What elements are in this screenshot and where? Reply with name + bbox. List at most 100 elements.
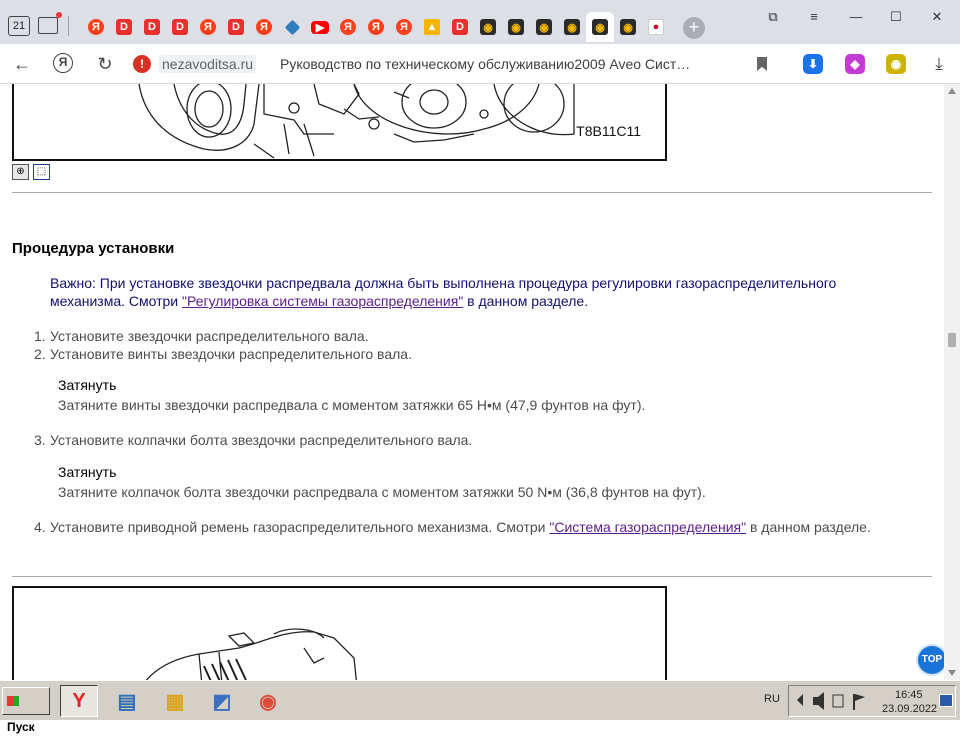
car-site-icon: ◉: [536, 19, 552, 35]
pinned-tab[interactable]: Я: [82, 14, 110, 40]
engine-drawing: [138, 84, 575, 159]
timing-system-link[interactable]: "Система газораспределения": [549, 519, 746, 535]
pinned-tab[interactable]: ◉: [474, 14, 502, 40]
pinned-tab[interactable]: Я: [334, 14, 362, 40]
back-button[interactable]: ←: [11, 53, 33, 75]
zoom-select-icon[interactable]: ⬚: [33, 164, 50, 180]
yandex-home-button[interactable]: Я: [53, 53, 73, 73]
connection-warning-icon[interactable]: !: [133, 55, 151, 73]
bookmark-icon[interactable]: [757, 57, 767, 71]
pinned-tab[interactable]: ◉: [530, 14, 558, 40]
car-site-icon: ◉: [564, 19, 580, 35]
pinned-tab[interactable]: ▶: [306, 14, 334, 40]
zoom-in-icon[interactable]: ⊕: [12, 164, 29, 180]
presentation-app[interactable]: ◩: [203, 685, 241, 717]
explorer-window-app[interactable]: ▤: [108, 685, 146, 717]
bookmarks-folder-icon[interactable]: [38, 12, 62, 34]
yandex-browser-app[interactable]: Y: [60, 685, 98, 717]
car-ext-icon[interactable]: ◉: [886, 54, 906, 74]
scroll-to-top-button[interactable]: TOP: [918, 646, 946, 674]
divider: [12, 576, 932, 577]
pinned-tab[interactable]: Я: [390, 14, 418, 40]
pinned-tab[interactable]: Я: [250, 14, 278, 40]
address-toolbar: ← Я ↻ ! nezavoditsa.ru Руководство по те…: [0, 44, 960, 84]
url-domain[interactable]: nezavoditsa.ru: [159, 55, 257, 73]
pinned-tab[interactable]: ▲: [418, 14, 446, 40]
list-item: 3. Установите колпачки болта звездочки ра…: [34, 432, 473, 448]
page-title-in-bar[interactable]: Руководство по техническому обслуживанию…: [280, 55, 690, 73]
file-manager-app[interactable]: ▦: [156, 685, 194, 717]
engine-diagram-top: T8B11C11: [12, 84, 667, 161]
explorer-window-icon: ▤: [117, 690, 137, 713]
pinned-tab[interactable]: D: [110, 14, 138, 40]
pinned-tab[interactable]: ◉: [502, 14, 530, 40]
pinned-tab[interactable]: Я: [362, 14, 390, 40]
volume-icon: [813, 697, 818, 705]
alice-ext-icon[interactable]: ◆: [845, 54, 865, 74]
menu-button[interactable]: ≡: [803, 8, 825, 26]
tab-counter-button[interactable]: 21: [6, 14, 32, 38]
pinned-tab[interactable]: D: [222, 14, 250, 40]
clock-time[interactable]: 16:45: [895, 689, 923, 701]
engine-drawing: [145, 628, 357, 680]
pinned-tab[interactable]: ◉: [558, 14, 586, 40]
car-site-icon: ◉: [620, 19, 636, 35]
maximize-button[interactable]: ☐: [885, 8, 907, 26]
scroll-thumb[interactable]: [948, 333, 956, 347]
chrome-icon: ◉: [259, 690, 277, 713]
download-ext-icon[interactable]: ⬇: [803, 54, 823, 74]
timing-adjustment-link[interactable]: "Регулировка системы газораспределения": [182, 293, 463, 309]
yandex-icon: Я: [88, 19, 104, 35]
show-desktop-icon[interactable]: [939, 694, 953, 707]
page-viewport: T8B11C11 ⊕ ⬚ Процедура установки Важно: …: [0, 84, 944, 680]
pinned-tabs: Я D D D Я D Я ▶ Я Я Я ▲ D ◉ ◉ ◉ ◉ ◉ ◉ ●: [82, 12, 670, 42]
tighten-heading: Затянуть: [58, 464, 117, 480]
start-button[interactable]: Пуск: [2, 687, 50, 734]
clock-date[interactable]: 23.09.2022: [882, 703, 937, 715]
divider: [12, 192, 932, 193]
scroll-up-arrow-icon[interactable]: [948, 88, 956, 94]
pinned-tab[interactable]: ◉: [614, 14, 642, 40]
d-app-icon: D: [172, 19, 188, 35]
important-note: Важно: При установке звездочки распредва…: [50, 274, 900, 310]
close-button[interactable]: ✕: [926, 8, 948, 26]
list-item: 1. Установите звездочки распределительног…: [34, 328, 369, 344]
scroll-down-arrow-icon[interactable]: [948, 670, 956, 676]
minimize-button[interactable]: —: [845, 8, 867, 26]
chrome-app[interactable]: ◉: [249, 685, 287, 717]
yandex-icon: Я: [200, 19, 216, 35]
note-suffix: в данном разделе.: [463, 293, 589, 309]
presentation-icon: ◩: [212, 690, 232, 713]
list-item: 2. Установите винты звездочки распределит…: [34, 346, 412, 362]
pinned-tab[interactable]: Я: [194, 14, 222, 40]
taskbar: Пуск Y ▤ ▦ ◩ ◉ RU 16:45 23.09.2022: [0, 680, 960, 734]
new-tab-button[interactable]: +: [683, 17, 705, 39]
youtube-icon: ▶: [311, 20, 329, 34]
korea-flag-icon: ●: [648, 19, 664, 35]
tray-icons: [797, 692, 865, 710]
engine-diagram-bottom: [12, 586, 667, 680]
kite-icon: [284, 19, 300, 35]
yandex-icon: Я: [368, 19, 384, 35]
tighten-heading: Затянуть: [58, 377, 117, 393]
pinned-tab[interactable]: D: [446, 14, 474, 40]
pinned-tab[interactable]: [278, 14, 306, 40]
downloads-icon[interactable]: ⤓: [930, 54, 948, 74]
pinned-tab[interactable]: D: [166, 14, 194, 40]
car-site-icon: ◉: [508, 19, 524, 35]
figure-code-label: T8B11C11: [576, 123, 641, 139]
language-indicator[interactable]: RU: [764, 693, 780, 705]
tab-count: 21: [12, 20, 26, 32]
collections-icon[interactable]: ⧉: [762, 8, 784, 26]
yandex-icon: Я: [396, 19, 412, 35]
pinned-tab[interactable]: ◉: [586, 12, 614, 42]
tab-separator: [68, 16, 69, 36]
vertical-scrollbar[interactable]: [944, 84, 960, 680]
reload-button[interactable]: ↻: [94, 53, 116, 75]
pinned-tab[interactable]: ●: [642, 14, 670, 40]
pinned-tab[interactable]: D: [138, 14, 166, 40]
file-manager-icon: ▦: [165, 690, 185, 713]
figure-zoom-tools: ⊕ ⬚: [12, 164, 50, 180]
yandex-icon: Я: [256, 19, 272, 35]
d-app-icon: D: [144, 19, 160, 35]
